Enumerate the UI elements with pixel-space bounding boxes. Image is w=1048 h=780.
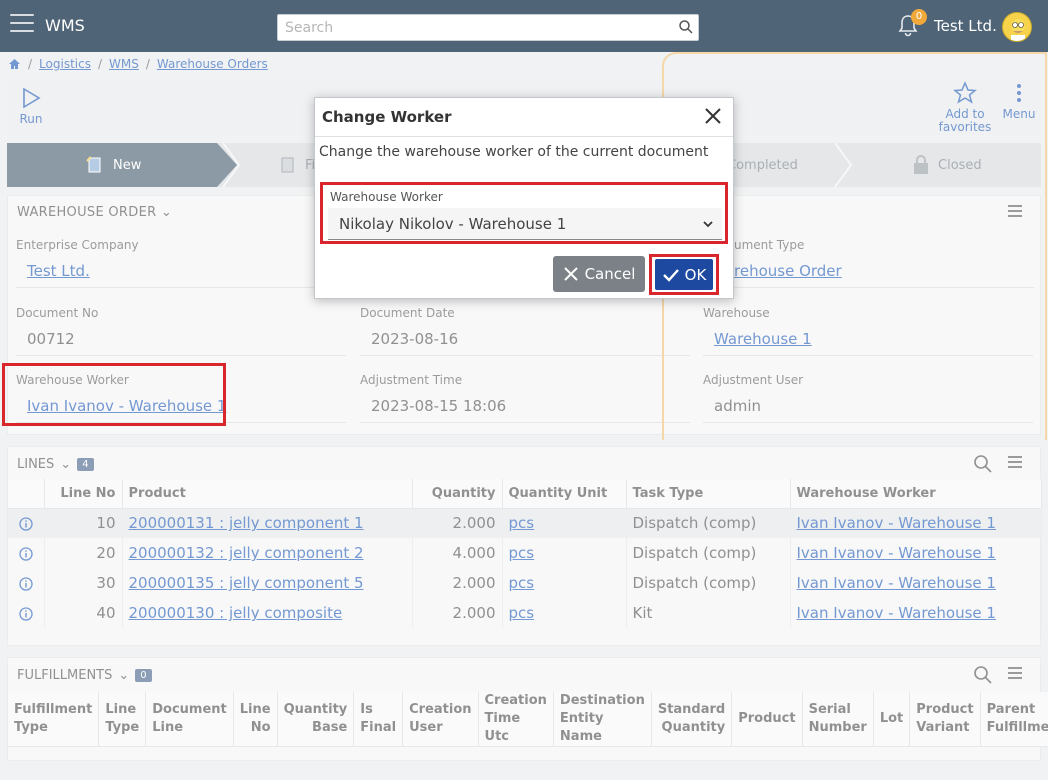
dialog-divider <box>315 136 733 137</box>
ok-label: OK <box>684 265 707 284</box>
dialog-message: Change the warehouse worker of the curre… <box>319 144 709 160</box>
checkmark-icon <box>662 268 679 282</box>
search-icon[interactable] <box>678 19 694 35</box>
top-bar: WMS 0 Test Ltd. <box>0 0 1048 52</box>
close-icon <box>563 267 578 281</box>
dialog-title: Change Worker <box>322 108 452 126</box>
chevron-down-icon <box>703 221 713 228</box>
warehouse-worker-select[interactable]: Nikolay Nikolov - Warehouse 1 <box>328 208 722 240</box>
warehouse-worker-selected-value: Nikolay Nikolov - Warehouse 1 <box>339 215 567 233</box>
close-icon[interactable] <box>704 107 722 125</box>
ok-button[interactable]: OK <box>655 259 713 290</box>
user-avatar[interactable] <box>1002 12 1032 42</box>
warehouse-worker-select-field: Warehouse Worker Nikolay Nikolov - Wareh… <box>320 182 728 244</box>
ok-button-highlight: OK <box>649 254 719 295</box>
warehouse-worker-select-label: Warehouse Worker <box>330 190 443 204</box>
hamburger-menu-icon[interactable] <box>10 14 34 36</box>
cancel-label: Cancel <box>584 265 636 283</box>
change-worker-dialog: Change Worker Change the warehouse worke… <box>314 97 734 299</box>
company-name[interactable]: Test Ltd. <box>934 17 997 35</box>
app-title: WMS <box>45 16 85 35</box>
search-input[interactable] <box>277 14 699 41</box>
warehouse-worker-highlight <box>2 363 226 426</box>
notification-count-badge: 0 <box>911 9 927 25</box>
cancel-button[interactable]: Cancel <box>553 256 645 292</box>
